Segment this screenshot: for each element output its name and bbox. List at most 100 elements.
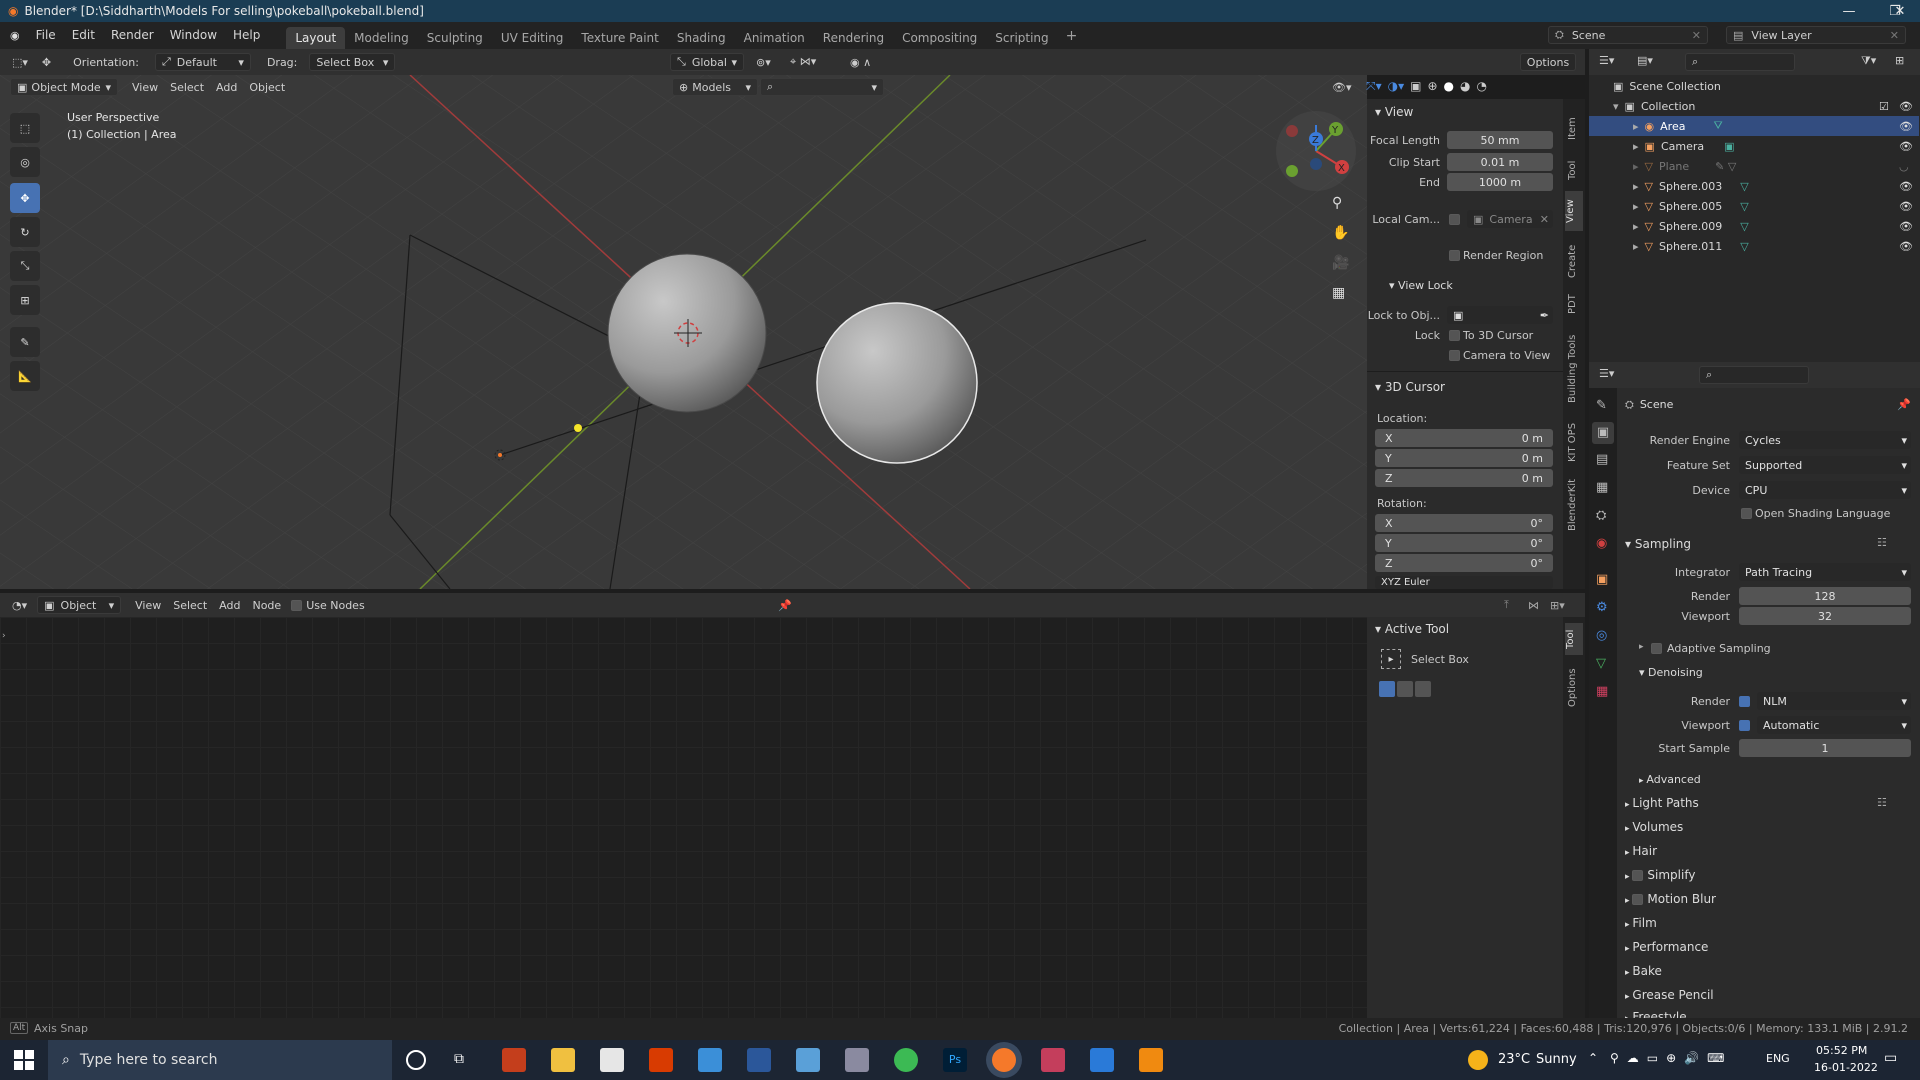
chevron-up-icon[interactable]: ⌃ [1588, 1051, 1598, 1065]
tab-building-tools[interactable]: Building Tools [1567, 329, 1578, 409]
office-icon[interactable] [649, 1048, 673, 1072]
photoshop-icon[interactable]: Ps [943, 1048, 967, 1072]
outliner-item-camera[interactable]: ▸ ▣ Camera ▣ 👁 [1589, 136, 1919, 156]
tab-scripting[interactable]: Scripting [986, 27, 1057, 49]
light-paths-section[interactable]: ▸ Light Paths [1625, 796, 1699, 810]
tab-view[interactable]: View [1565, 191, 1583, 231]
weather-text[interactable]: Sunny [1536, 1052, 1577, 1067]
navigation-gizmo[interactable]: X Y Z [1274, 109, 1358, 193]
eye-icon[interactable]: 👁 [1899, 180, 1913, 193]
options-button[interactable]: Options [1520, 53, 1576, 71]
physics-tab-icon[interactable]: ◎ [1596, 628, 1607, 643]
texture-tab-icon[interactable]: ▦ [1596, 684, 1608, 699]
drag-dropdown[interactable]: Select Box ▾ [309, 53, 396, 71]
simplify-checkbox[interactable] [1632, 870, 1644, 881]
eye-closed-icon[interactable]: ◡ [1899, 160, 1909, 173]
cursor-rotation-y[interactable]: Y 0° [1375, 534, 1553, 552]
simplify-section[interactable]: ▸ Simplify [1625, 868, 1695, 882]
menu-edit[interactable]: Edit [64, 22, 103, 49]
tab-rendering[interactable]: Rendering [814, 27, 893, 49]
rotate-tool-button[interactable]: ↻ [10, 217, 40, 247]
vectary-icon[interactable] [1090, 1048, 1114, 1072]
editor-type-icon[interactable]: ⬚▾ [0, 56, 34, 69]
visibility-icon[interactable]: 👁▾ [1332, 81, 1352, 94]
motion-blur-section[interactable]: ▸ Motion Blur [1625, 892, 1716, 906]
transform-tool-button[interactable]: ⊞ [10, 285, 40, 315]
integrator-dropdown[interactable]: Path Tracing ▾ [1739, 563, 1911, 581]
editor-type-icon[interactable]: ◔▾ [0, 599, 33, 612]
performance-section[interactable]: ▸ Performance [1625, 940, 1708, 954]
xray-icon[interactable]: ▣ [1410, 79, 1421, 97]
denoise-render-dropdown[interactable]: NLM ▾ [1757, 692, 1911, 710]
zoom-icon[interactable]: ⚲ [1332, 195, 1342, 211]
teams-icon[interactable] [845, 1048, 869, 1072]
denoise-viewport-dropdown[interactable]: Automatic ▾ [1757, 716, 1911, 734]
close-icon[interactable]: ✕ [1692, 29, 1701, 42]
outliner-item-sphere-011[interactable]: ▸ ▽ Sphere.011 ▽ 👁 [1589, 236, 1919, 256]
clock-time[interactable]: 05:52 PM [1816, 1044, 1867, 1057]
shader-node-editor[interactable]: › [0, 617, 1367, 1018]
powerpoint-icon[interactable] [502, 1048, 526, 1072]
filter-icon[interactable]: ⧩▾ [1861, 54, 1876, 68]
menu-object[interactable]: Object [243, 78, 291, 96]
blender-taskbar-icon[interactable] [992, 1048, 1016, 1072]
weather-icon[interactable] [1468, 1050, 1488, 1070]
tab-animation[interactable]: Animation [735, 27, 814, 49]
pivot-icon[interactable]: ⊚▾ [756, 56, 771, 69]
camera-to-view-checkbox[interactable] [1449, 350, 1460, 361]
eye-icon[interactable]: 👁 [1899, 220, 1913, 233]
bake-section[interactable]: ▸ Bake [1625, 964, 1662, 978]
sampling-section[interactable]: ▾ Sampling [1625, 537, 1691, 551]
render-samples-field[interactable]: 128 [1739, 587, 1911, 605]
grease-pencil-section[interactable]: ▸ Grease Pencil [1625, 988, 1714, 1002]
menu-file[interactable]: File [28, 22, 64, 49]
eye-icon[interactable]: 👁 [1899, 140, 1913, 153]
transform-orientation-dropdown[interactable]: ⤡ Global ▾ [670, 53, 744, 71]
menu-window[interactable]: Window [162, 22, 225, 49]
properties-editor-type-icon[interactable]: ☰▾ [1599, 367, 1614, 380]
solid-shading-icon[interactable]: ● [1444, 79, 1454, 97]
close-icon[interactable]: ✕ [1890, 29, 1899, 42]
to-3d-cursor-checkbox[interactable] [1449, 330, 1460, 341]
denoising-section[interactable]: ▾ Denoising [1639, 666, 1703, 679]
task-view-icon[interactable]: ⧉ [454, 1051, 464, 1067]
modifier-tab-icon[interactable]: ⚙ [1596, 600, 1608, 615]
new-collection-icon[interactable]: ⊞ [1895, 54, 1904, 67]
weather-temp[interactable]: 23°C [1498, 1052, 1530, 1067]
scene-selector[interactable]: ⛭ Scene ✕ [1548, 26, 1708, 44]
denoise-render-checkbox[interactable] [1739, 696, 1750, 707]
eye-icon[interactable]: 👁 [1899, 200, 1913, 213]
eye-icon[interactable]: 👁 [1899, 120, 1913, 133]
active-tool-section-title[interactable]: ▾ Active Tool [1375, 622, 1449, 636]
tab-item[interactable]: Item [1567, 111, 1578, 147]
node-menu-node[interactable]: Node [246, 596, 287, 614]
local-camera-checkbox[interactable] [1449, 214, 1460, 225]
models-dropdown[interactable]: ⊕ Models ▾ [672, 78, 758, 96]
chrome-icon[interactable] [894, 1048, 918, 1072]
tab-modeling[interactable]: Modeling [345, 27, 418, 49]
node-menu-view[interactable]: View [129, 596, 167, 614]
eyedropper-icon[interactable]: ✒ [1540, 309, 1549, 322]
search-input[interactable]: ⌕ ▾ [760, 78, 884, 96]
denoise-viewport-checkbox[interactable] [1739, 720, 1750, 731]
language-indicator[interactable]: ENG [1766, 1052, 1790, 1065]
use-nodes-checkbox[interactable] [291, 599, 303, 611]
parent-node-icon[interactable]: ⤒ [1504, 598, 1509, 612]
pan-icon[interactable]: ✋ [1332, 225, 1349, 241]
select-mode-subtract-icon[interactable] [1415, 681, 1431, 697]
output-tab-icon[interactable]: ▤ [1596, 452, 1608, 467]
outliner-item-plane[interactable]: ▸ ▽ Plane ✎ ▽ ◡ [1589, 156, 1919, 176]
3d-viewport[interactable]: User Perspective (1) Collection | Area ⬚… [0, 75, 1367, 589]
eye-icon[interactable]: 👁 [1899, 240, 1913, 253]
device-dropdown[interactable]: CPU ▾ [1739, 481, 1911, 499]
cursor-tool-button[interactable]: ◎ [10, 147, 40, 177]
outliner-item-area[interactable]: ▸ ◉ Area ⛛ 👁 [1589, 116, 1919, 136]
menu-add[interactable]: Add [210, 78, 243, 96]
adaptive-sampling-checkbox[interactable] [1651, 643, 1662, 654]
measure-tool-button[interactable]: 📐 [10, 361, 40, 391]
local-camera-field[interactable]: ▣ Camera ✕ [1467, 210, 1553, 228]
tab-pdt[interactable]: PDT [1567, 289, 1578, 319]
display-mode-icon[interactable]: ▤▾ [1637, 54, 1653, 67]
tool-tab-icon[interactable]: ✎ [1596, 398, 1607, 413]
clip-start-field[interactable]: 0.01 m [1447, 153, 1553, 171]
